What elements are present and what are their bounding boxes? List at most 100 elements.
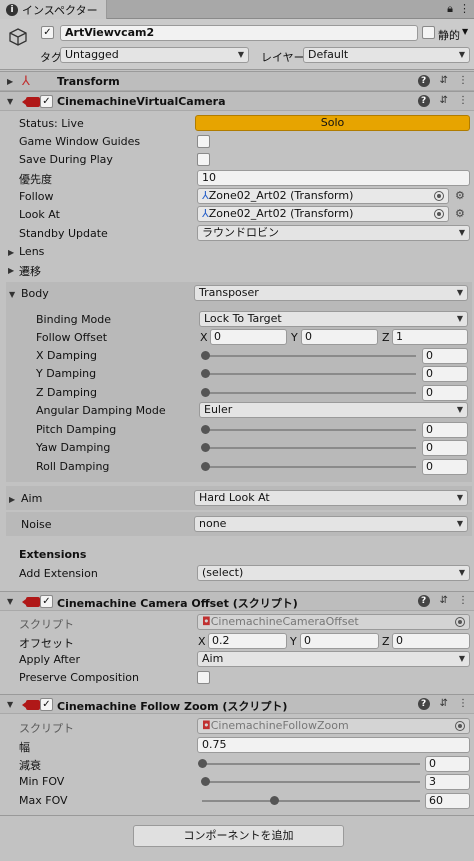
object-active-checkbox[interactable]: ✓	[41, 26, 54, 39]
static-checkbox[interactable]	[422, 26, 435, 39]
roll-damping-input[interactable]: 0	[422, 459, 468, 475]
cam-offset-x-label[interactable]: X	[198, 635, 206, 648]
help-icon[interactable]: ?	[417, 698, 430, 710]
fold-arrow-icon[interactable]: ▶	[9, 495, 15, 504]
cam-offset-y-input[interactable]: 0	[300, 633, 379, 649]
roll-damping-slider-handle[interactable]	[201, 462, 210, 471]
damping-slider[interactable]	[202, 763, 420, 765]
more-menu-icon[interactable]: ⋮	[458, 75, 468, 87]
offset-x-input[interactable]: 0	[210, 329, 287, 345]
z-damping-slider[interactable]	[205, 392, 416, 394]
solo-button[interactable]: Solo	[195, 115, 470, 131]
x-damping-slider[interactable]	[205, 355, 416, 357]
damping-input[interactable]: 0	[425, 756, 470, 772]
y-damping-slider-handle[interactable]	[201, 369, 210, 378]
add-component-button[interactable]: コンポーネントを追加	[133, 825, 344, 847]
layer-dropdown[interactable]: Default ▼	[303, 47, 470, 63]
camera-offset-header[interactable]: ▼ ✓ Cinemachine Camera Offset (スクリプト) ? …	[0, 591, 474, 611]
x-damping-input[interactable]: 0	[422, 348, 468, 364]
lock-icon[interactable]: 🔒︎	[447, 2, 453, 16]
offset-z-input[interactable]: 1	[392, 329, 468, 345]
body-dropdown[interactable]: Transposer ▼	[194, 285, 468, 301]
offset-y-label[interactable]: Y	[291, 331, 298, 344]
add-extension-dropdown[interactable]: (select) ▼	[197, 565, 470, 581]
object-picker-icon[interactable]	[434, 209, 444, 219]
cam-offset-z-label[interactable]: Z	[382, 635, 390, 648]
standby-dropdown[interactable]: ラウンドロビン ▼	[197, 225, 470, 241]
pitch-damping-slider-handle[interactable]	[201, 425, 210, 434]
cam-offset-z-input[interactable]: 0	[392, 633, 470, 649]
preset-icon[interactable]: ⇵	[440, 595, 448, 607]
pitch-damping-input[interactable]: 0	[422, 422, 468, 438]
roll-damping-slider[interactable]	[205, 466, 416, 468]
gear-icon[interactable]: ⚙	[455, 189, 465, 202]
z-damping-slider-handle[interactable]	[201, 388, 210, 397]
vcam-enabled-checkbox[interactable]: ✓	[40, 95, 53, 108]
yaw-damping-slider-handle[interactable]	[201, 443, 210, 452]
lens-label[interactable]: Lens	[19, 245, 44, 258]
lookat-field[interactable]: ⅄Zone02_Art02 (Transform)	[197, 206, 449, 222]
angular-mode-dropdown[interactable]: Euler ▼	[199, 402, 468, 418]
static-dropdown-icon[interactable]: ▼	[462, 27, 468, 36]
save-during-play-checkbox[interactable]	[197, 153, 210, 166]
game-window-guides-checkbox[interactable]	[197, 135, 210, 148]
max-fov-slider-handle[interactable]	[269, 796, 279, 805]
yaw-damping-slider[interactable]	[205, 447, 416, 449]
follow-field[interactable]: ⅄Zone02_Art02 (Transform)	[197, 188, 449, 204]
min-fov-slider-handle[interactable]	[201, 777, 211, 786]
help-icon[interactable]: ?	[417, 95, 430, 107]
camera-offset-enabled-checkbox[interactable]: ✓	[40, 595, 53, 608]
cam-offset-x-input[interactable]: 0.2	[208, 633, 287, 649]
fold-arrow-icon[interactable]: ▶	[8, 248, 14, 257]
width-input[interactable]: 0.75	[197, 737, 470, 753]
fold-arrow-icon[interactable]: ▶	[8, 266, 14, 275]
offset-z-label[interactable]: Z	[382, 331, 390, 344]
offset-x-label[interactable]: X	[200, 331, 208, 344]
transform-header[interactable]: ▶ ⅄ Transform ? ⇵ ⋮	[0, 71, 474, 91]
fold-arrow-expanded-icon[interactable]: ▼	[7, 97, 13, 106]
fold-arrow-expanded-icon[interactable]: ▼	[7, 597, 13, 606]
transform-ref-icon: ⅄	[202, 207, 209, 220]
vcam-header[interactable]: ▼ ✓ CinemachineVirtualCamera ? ⇵ ⋮	[0, 91, 474, 111]
priority-input[interactable]: 10	[197, 170, 470, 186]
inspector-tab[interactable]: i インスペクター	[0, 0, 107, 19]
follow-zoom-enabled-checkbox[interactable]: ✓	[40, 698, 53, 711]
pitch-damping-slider[interactable]	[205, 429, 416, 431]
yaw-damping-input[interactable]: 0	[422, 440, 468, 456]
binding-mode-dropdown[interactable]: Lock To Target ▼	[199, 311, 468, 327]
more-menu-icon[interactable]: ⋮	[458, 95, 468, 107]
damping-slider-handle[interactable]	[198, 759, 207, 768]
apply-after-dropdown[interactable]: Aim ▼	[197, 651, 470, 667]
max-fov-slider[interactable]	[202, 800, 420, 802]
max-fov-input[interactable]: 60	[425, 793, 470, 809]
help-icon[interactable]: ?	[417, 75, 430, 87]
preset-icon[interactable]: ⇵	[440, 75, 448, 87]
offset-y-input[interactable]: 0	[301, 329, 378, 345]
x-damping-slider-handle[interactable]	[201, 351, 210, 360]
more-menu-icon[interactable]: ⋮	[458, 595, 468, 607]
y-damping-input[interactable]: 0	[422, 366, 468, 382]
transition-label[interactable]: 遷移	[19, 263, 41, 279]
min-fov-slider[interactable]	[202, 781, 420, 783]
cam-offset-y-label[interactable]: Y	[290, 635, 297, 648]
object-picker-icon[interactable]	[434, 191, 444, 201]
fold-arrow-icon[interactable]: ▶	[7, 77, 13, 86]
noise-dropdown[interactable]: none ▼	[194, 516, 468, 532]
fold-arrow-expanded-icon[interactable]: ▼	[9, 290, 15, 299]
gear-icon[interactable]: ⚙	[455, 207, 465, 220]
help-icon[interactable]: ?	[417, 595, 430, 607]
tag-dropdown[interactable]: Untagged ▼	[60, 47, 249, 63]
preserve-composition-checkbox[interactable]	[197, 671, 210, 684]
chevron-down-icon: ▼	[237, 50, 244, 59]
y-damping-slider[interactable]	[205, 373, 416, 375]
follow-zoom-header[interactable]: ▼ ✓ Cinemachine Follow Zoom (スクリプト) ? ⇵ …	[0, 694, 474, 714]
min-fov-input[interactable]: 3	[425, 774, 470, 790]
more-menu-icon[interactable]: ⋮	[459, 2, 470, 16]
fold-arrow-expanded-icon[interactable]: ▼	[7, 700, 13, 709]
more-menu-icon[interactable]: ⋮	[458, 698, 468, 710]
preset-icon[interactable]: ⇵	[440, 95, 448, 107]
z-damping-input[interactable]: 0	[422, 385, 468, 401]
object-name-input[interactable]: ArtViewvcam2	[60, 25, 418, 41]
preset-icon[interactable]: ⇵	[440, 698, 448, 710]
aim-dropdown[interactable]: Hard Look At ▼	[194, 490, 468, 506]
